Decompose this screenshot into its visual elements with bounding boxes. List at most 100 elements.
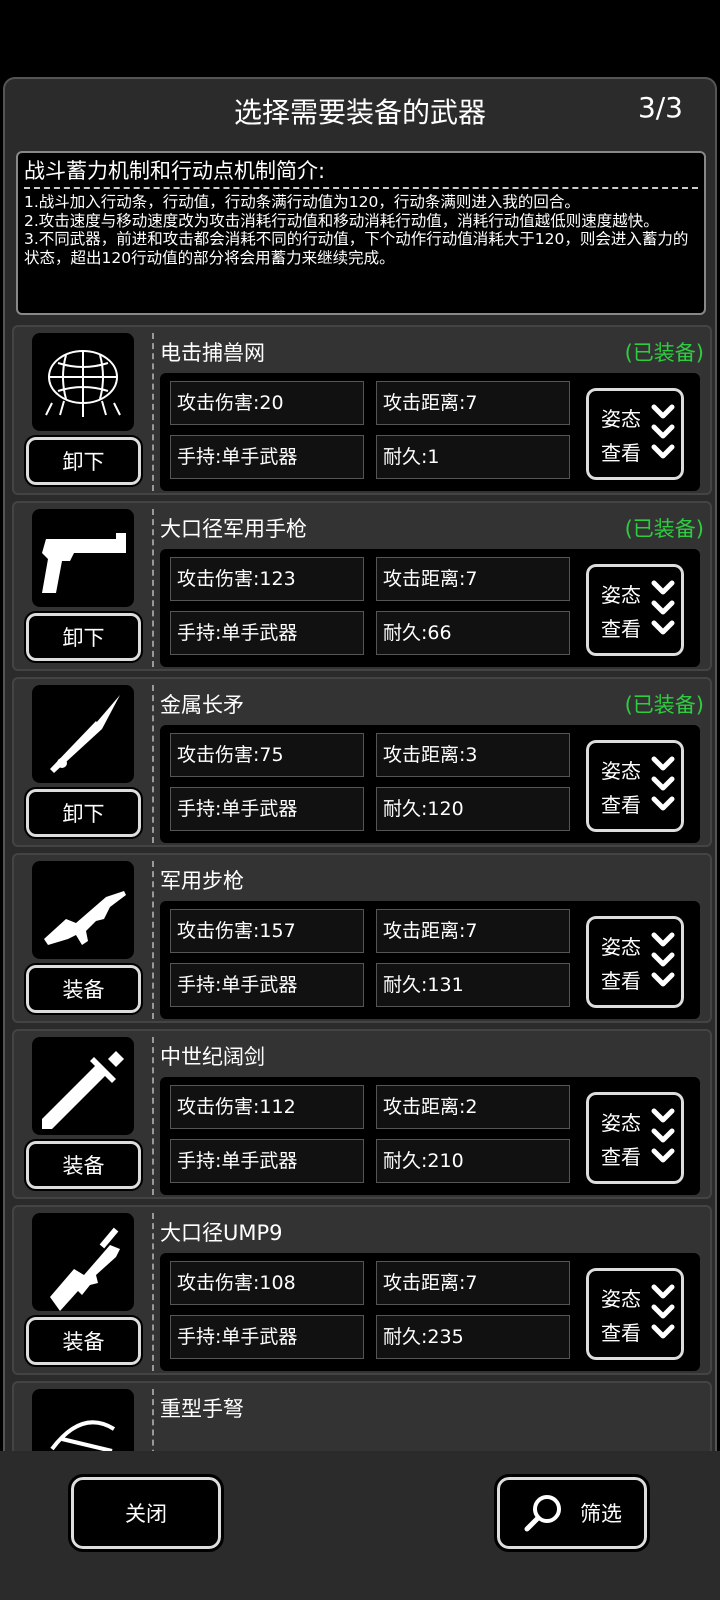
- weapon-name: 重型手弩: [160, 1397, 244, 1421]
- card-divider: [152, 1037, 154, 1195]
- attack-damage: 攻击伤害:157: [170, 909, 364, 953]
- attack-damage: 攻击伤害:112: [170, 1085, 364, 1129]
- hold-type: 手持:单手武器: [170, 1315, 364, 1359]
- weapon-name: 大口径军用手枪: [160, 517, 307, 541]
- stance-label: 姿态: [601, 759, 641, 783]
- intro-line: 3.不同武器，前进和攻击都会消耗不同的行动值，下个动作行动值消耗大于120，则会…: [24, 230, 689, 267]
- chevron-down-icon: [651, 1284, 675, 1339]
- unequip-button[interactable]: 卸下: [24, 787, 143, 839]
- close-button-label: 关闭: [125, 1502, 167, 1526]
- durability: 耐久:1: [376, 435, 570, 479]
- card-divider: [152, 1389, 154, 1451]
- stance-label: 姿态: [601, 407, 641, 431]
- equip-button-label: 卸下: [62, 450, 105, 474]
- equip-button-label: 装备: [62, 1154, 105, 1178]
- equip-button-label: 装备: [62, 978, 105, 1002]
- attack-damage: 攻击伤害:108: [170, 1261, 364, 1305]
- view-stance-button[interactable]: 姿态 查看: [584, 914, 686, 1010]
- attack-range: 攻击距离:7: [376, 1261, 570, 1305]
- equip-button-label: 卸下: [62, 626, 105, 650]
- unequip-button[interactable]: 卸下: [24, 435, 143, 487]
- equip-button[interactable]: 装备: [24, 1139, 143, 1191]
- header: 选择需要装备的武器 3/3: [5, 79, 715, 143]
- weapon-card[interactable]: 大口径军用手枪 (已装备) 卸下 攻击伤害:123 攻击距离:7 手持:单手武器 耐久:66…: [12, 501, 712, 671]
- durability: 耐久:131: [376, 963, 570, 1007]
- view-label: 查看: [601, 441, 641, 465]
- unequip-button[interactable]: 卸下: [24, 611, 143, 663]
- attack-range: 攻击距离:7: [376, 381, 570, 425]
- attack-damage: 攻击伤害:20: [170, 381, 364, 425]
- view-label: 查看: [601, 969, 641, 993]
- chevron-down-icon: [651, 404, 675, 459]
- rifle-icon: [32, 861, 134, 959]
- weapon-select-panel: 选择需要装备的武器 3/3 战斗蓄力机制和行动点机制简介: 1.战斗加入行动条，…: [3, 77, 717, 1600]
- durability: 耐久:235: [376, 1315, 570, 1359]
- filter-button-label: 筛选: [580, 1502, 622, 1526]
- hold-type: 手持:单手武器: [170, 963, 364, 1007]
- close-button[interactable]: 关闭: [68, 1474, 224, 1552]
- weapon-card[interactable]: 金属长矛 (已装备) 卸下 攻击伤害:75 攻击距离:3 手持:单手武器 耐久:120 姿态查…: [12, 677, 712, 847]
- attack-damage: 攻击伤害:75: [170, 733, 364, 777]
- intro-line: 2.攻击速度与移动速度改为攻击消耗行动值和移动消耗行动值，消耗行动值越低则速度越…: [24, 211, 659, 230]
- page-title: 选择需要装备的武器: [233, 96, 486, 129]
- equipped-status: (已装备): [624, 341, 704, 365]
- equip-button-label: 卸下: [62, 802, 105, 826]
- card-divider: [152, 685, 154, 843]
- intro-line: 1.战斗加入行动条，行动值，行动条满行动值为120，行动条满则进入我的回合。: [24, 193, 580, 211]
- durability: 耐久:120: [376, 787, 570, 831]
- weapon-name: 大口径UMP9: [160, 1221, 283, 1245]
- smg-icon: [32, 1213, 134, 1311]
- equipped-status: (已装备): [624, 693, 704, 717]
- equip-button[interactable]: 装备: [24, 963, 143, 1015]
- attack-range: 攻击距离:7: [376, 557, 570, 601]
- intro-title: 战斗蓄力机制和行动点机制简介:: [24, 159, 326, 183]
- attack-range: 攻击距离:7: [376, 909, 570, 953]
- card-divider: [152, 1213, 154, 1371]
- card-divider: [152, 509, 154, 667]
- hold-type: 手持:单手武器: [170, 1139, 364, 1183]
- weapon-card[interactable]: 军用步枪装备 攻击伤害:157 攻击距离:7 手持:单手武器 耐久:131 姿态 查看: [12, 853, 712, 1023]
- durability: 耐久:66: [376, 611, 570, 655]
- view-label: 查看: [601, 1321, 641, 1345]
- card-divider: [152, 861, 154, 1019]
- view-stance-button[interactable]: 姿态 查看: [584, 1266, 686, 1362]
- net-icon: [32, 333, 134, 431]
- view-label: 查看: [601, 617, 641, 641]
- weapon-name: 中世纪阔剑: [160, 1045, 265, 1069]
- attack-range: 攻击距离:2: [376, 1085, 570, 1129]
- view-stance-button[interactable]: 姿态 查看: [584, 1090, 686, 1186]
- weapon-card[interactable]: 电击捕兽网 (已装备) 卸下 攻击伤害:20 攻击距离:7 手持:单手武器 耐久:1 姿态 查看: [12, 325, 712, 495]
- stance-label: 姿态: [601, 1287, 641, 1311]
- pistol-icon: [32, 509, 134, 607]
- chevron-down-icon: [651, 756, 675, 811]
- attack-damage: 攻击伤害:123: [170, 557, 364, 601]
- filter-button[interactable]: 筛选: [494, 1474, 650, 1552]
- weapon-card[interactable]: 中世纪阔剑 装备 攻击伤害:112 攻击距离:2 手持:单手武器 耐久:210 姿态 查看: [12, 1029, 712, 1199]
- crossbow-icon: [32, 1389, 134, 1451]
- view-label: 查看: [601, 793, 641, 817]
- attack-range: 攻击距离:3: [376, 733, 570, 777]
- intro-divider: [24, 187, 698, 189]
- spear-icon: [32, 685, 134, 783]
- mechanics-intro-box: 战斗蓄力机制和行动点机制简介: 1.战斗加入行动条，行动值，行动条满行动值为12…: [16, 151, 706, 315]
- weapon-card[interactable]: 重型手弩: [12, 1381, 712, 1451]
- chevron-down-icon: [651, 932, 675, 987]
- view-stance-button[interactable]: 姿态 查看: [584, 562, 686, 658]
- hold-type: 手持:单手武器: [170, 787, 364, 831]
- chevron-down-icon: [651, 1108, 675, 1163]
- weapon-name: 金属长矛: [160, 693, 244, 717]
- hold-type: 手持:单手武器: [170, 611, 364, 655]
- view-stance-button[interactable]: 姿态 查看: [584, 386, 686, 482]
- search-icon: [524, 1495, 561, 1532]
- card-divider: [152, 333, 154, 491]
- stance-label: 姿态: [601, 1111, 641, 1135]
- view-stance-button[interactable]: 姿态 查看: [584, 738, 686, 834]
- chevron-down-icon: [651, 580, 675, 635]
- weapon-name: 军用步枪: [160, 869, 244, 893]
- view-label: 查看: [601, 1145, 641, 1169]
- weapon-card[interactable]: 大口径UMP9 装备 攻击伤害:108 攻击距离:7 手持:单手武器 耐久:235 姿态查看: [12, 1205, 712, 1375]
- sword-icon: [32, 1037, 134, 1135]
- weapon-list[interactable]: 电击捕兽网 (已装备) 卸下 攻击伤害:20 攻击距离:7 手持:单手武器 耐久:1 姿态 查看…: [12, 325, 712, 1451]
- hold-type: 手持:单手武器: [170, 435, 364, 479]
- equip-button[interactable]: 装备: [24, 1315, 143, 1367]
